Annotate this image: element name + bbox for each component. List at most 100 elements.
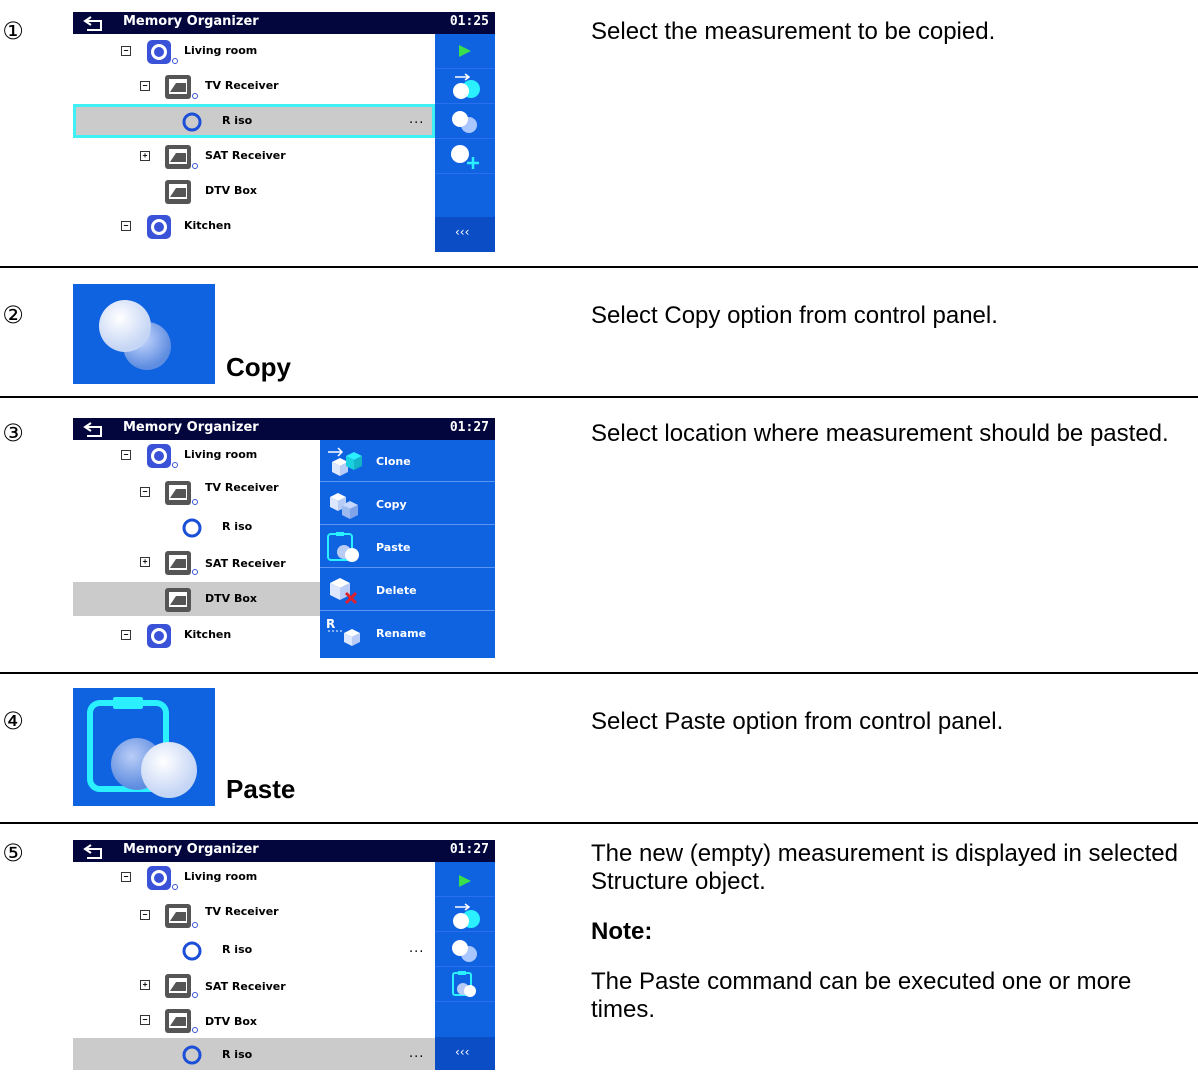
- more-label: ‹‹‹: [455, 225, 470, 239]
- clone-icon: [453, 73, 480, 99]
- step-description: Select Paste option from control panel.: [591, 708, 1196, 758]
- clone-button[interactable]: [435, 69, 495, 104]
- tree-node[interactable]: R iso ...: [73, 933, 435, 967]
- expand-icon[interactable]: +: [140, 980, 150, 990]
- device-screen: Memory Organizer 01:27 − Living room − T…: [73, 418, 495, 658]
- tree-node[interactable]: − DTV Box: [73, 1003, 435, 1037]
- collapse-icon[interactable]: −: [140, 81, 150, 91]
- step-number: ④: [2, 707, 24, 735]
- collapse-icon[interactable]: −: [140, 910, 150, 920]
- copy-button[interactable]: [435, 104, 495, 139]
- node-label: SAT Receiver: [205, 149, 286, 162]
- back-icon[interactable]: [81, 841, 109, 861]
- location-icon: [147, 40, 178, 64]
- screen-title: Memory Organizer: [123, 842, 259, 857]
- expand-icon[interactable]: +: [140, 151, 150, 161]
- menu-item-rename[interactable]: R Rename: [320, 612, 495, 653]
- tree-node[interactable]: DTV Box: [73, 174, 435, 208]
- node-label: DTV Box: [205, 1015, 258, 1028]
- more-options-button[interactable]: ‹‹‹: [435, 217, 495, 252]
- separator: [0, 672, 1198, 674]
- title-bar: Memory Organizer 01:27: [73, 418, 495, 440]
- node-label: Living room: [184, 448, 258, 461]
- collapse-icon[interactable]: −: [121, 872, 131, 882]
- step-number: ⑤: [2, 839, 24, 867]
- screen-title: Memory Organizer: [123, 420, 259, 435]
- menu-item-copy[interactable]: Copy: [320, 483, 495, 525]
- tree-node-selected[interactable]: R iso ...: [73, 104, 435, 138]
- tree-node[interactable]: − TV Receiver: [73, 69, 435, 103]
- tree-node-selected[interactable]: DTV Box: [73, 582, 320, 616]
- menu-item-paste[interactable]: Paste: [320, 526, 495, 568]
- measurement-icon: [182, 1045, 202, 1065]
- expand-icon[interactable]: +: [140, 557, 150, 567]
- add-measurement-button[interactable]: [435, 139, 495, 174]
- play-icon: [459, 45, 471, 57]
- separator: [0, 266, 1198, 268]
- more-dots[interactable]: ...: [409, 1046, 424, 1061]
- appliance-icon: [165, 974, 198, 998]
- appliance-icon: [165, 1009, 198, 1033]
- tree-node[interactable]: − TV Receiver: [73, 475, 320, 509]
- note-label: Note:: [591, 918, 653, 945]
- appliance-icon: [165, 588, 191, 612]
- copy-large-button[interactable]: [73, 284, 215, 384]
- collapse-icon[interactable]: −: [121, 630, 131, 640]
- node-label: R iso: [222, 1048, 253, 1061]
- menu-label: Copy: [376, 498, 407, 511]
- more-options-button[interactable]: ‹‹‹: [435, 1037, 495, 1070]
- measurement-icon: [182, 112, 202, 132]
- location-icon: [147, 866, 178, 890]
- add-icon: [451, 145, 479, 169]
- location-icon: [147, 624, 171, 648]
- clone-icon: [328, 447, 362, 476]
- menu-item-delete[interactable]: Delete: [320, 569, 495, 611]
- paste-label: Paste: [226, 774, 296, 804]
- tree-node[interactable]: + SAT Receiver: [73, 139, 435, 173]
- copy-button[interactable]: [435, 932, 495, 967]
- start-button[interactable]: [435, 34, 495, 69]
- paste-large-button[interactable]: [73, 688, 215, 806]
- collapse-icon[interactable]: −: [121, 450, 131, 460]
- more-dots[interactable]: ...: [409, 112, 424, 127]
- step-text: Select location where measurement should…: [591, 420, 1169, 447]
- tree-node[interactable]: − TV Receiver: [73, 898, 435, 932]
- clone-button[interactable]: [435, 897, 495, 932]
- node-label: SAT Receiver: [205, 980, 286, 993]
- tree-node[interactable]: − Kitchen: [73, 209, 435, 243]
- copy-icon: [99, 300, 171, 370]
- delete-icon: [330, 578, 358, 605]
- tree-node[interactable]: + SAT Receiver: [73, 968, 435, 1002]
- tree-node[interactable]: R iso: [73, 510, 320, 544]
- tree-node[interactable]: − Kitchen: [73, 618, 320, 652]
- collapse-icon[interactable]: −: [121, 221, 131, 231]
- context-menu: Clone Copy Paste Delete R Rename: [320, 440, 495, 658]
- menu-item-clone[interactable]: Clone: [320, 440, 495, 482]
- menu-label: Rename: [376, 627, 427, 640]
- node-label: Kitchen: [184, 219, 232, 232]
- step-text: Select the measurement to be copied.: [591, 18, 996, 45]
- tree-node[interactable]: − Living room: [73, 862, 435, 892]
- collapse-icon[interactable]: −: [121, 46, 131, 56]
- separator: [0, 822, 1198, 824]
- collapse-icon[interactable]: −: [140, 1015, 150, 1025]
- start-button[interactable]: [435, 862, 495, 897]
- location-icon: [147, 444, 178, 468]
- step-number: ③: [2, 419, 24, 447]
- appliance-icon: [165, 481, 198, 505]
- back-icon[interactable]: [81, 13, 109, 33]
- tree-node[interactable]: − Living room: [73, 34, 435, 68]
- back-icon[interactable]: [81, 419, 109, 439]
- node-label: TV Receiver: [205, 905, 279, 918]
- paste-button[interactable]: [435, 967, 495, 1002]
- tree-node[interactable]: − Living room: [73, 440, 320, 470]
- step-text: The new (empty) measurement is displayed…: [591, 840, 1178, 895]
- more-dots[interactable]: ...: [409, 941, 424, 956]
- node-label: R iso: [222, 114, 253, 127]
- step-text: Select Paste option from control panel.: [591, 708, 1004, 735]
- paste-icon: [327, 532, 359, 562]
- collapse-icon[interactable]: −: [140, 487, 150, 497]
- tree-node[interactable]: + SAT Receiver: [73, 545, 320, 579]
- tree-node-selected[interactable]: R iso ...: [73, 1038, 435, 1070]
- step-number: ②: [2, 301, 24, 329]
